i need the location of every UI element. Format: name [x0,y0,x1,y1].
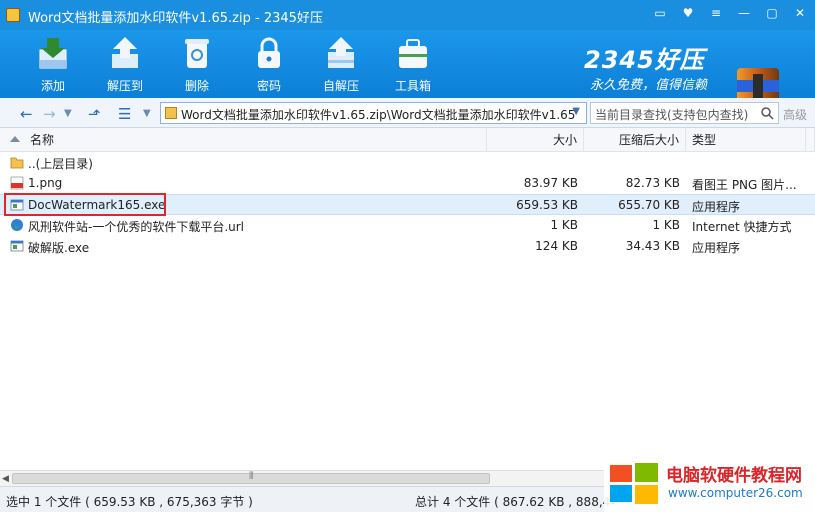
grip-icon: ⦀ [249,471,254,482]
list-item[interactable]: 破解版.exe 124 KB 34.43 KB 应用程序 [0,236,815,257]
watermark-url: www.computer26.com [668,486,803,500]
list-item[interactable]: 风刑软件站-一个优秀的软件下载平台.url 1 KB 1 KB Internet… [0,215,815,236]
list-item[interactable]: 1.png 83.97 KB 82.73 KB 看图王 PNG 图片... [0,173,815,194]
list-item[interactable]: ..(上层目录) [0,152,815,173]
brand-slogan: 永久免费，值得信赖 [590,78,708,93]
maximize-button[interactable]: ▢ [763,5,781,21]
view-dropdown-icon[interactable]: ▼ [143,108,151,119]
brand-logo-text: 2345好压 [584,46,705,74]
column-name[interactable]: 名称 [0,128,487,152]
delete-button[interactable]: 删除 [167,34,227,94]
search-input[interactable]: 当前目录查找(支持包内查找) [590,102,779,124]
password-button[interactable]: 密码 [239,34,299,94]
path-dropdown-icon[interactable]: ▼ [572,106,580,117]
close-button[interactable]: ✕ [791,5,809,21]
column-size[interactable]: 大小 [487,128,584,152]
add-icon [39,38,67,69]
toolbox-button[interactable]: 工具箱 [383,34,443,94]
site-watermark: 电脑软硬件教程网 www.computer26.com [604,455,815,512]
menu-icon[interactable]: ≡ [707,5,725,21]
path-field[interactable]: Word文档批量添加水印软件v1.65.zip\Word文档批量添加水印软件v1… [160,102,587,124]
column-header: 名称 大小 压缩后大小 类型 [0,128,815,152]
view-list-icon[interactable]: ☰ [118,105,131,123]
scroll-left-icon[interactable]: ◀ [2,474,9,484]
search-icon[interactable] [760,106,774,120]
self-extract-button[interactable]: 自解压 [311,34,371,94]
address-bar: ← → ▼ ⬏ ☰ ▼ Word文档批量添加水印软件v1.65.zip\Word… [0,98,815,128]
skin-icon[interactable]: ♥ [679,5,697,21]
exe-file-icon [10,240,24,252]
highlight-box [4,193,166,216]
folder-up-icon [10,157,24,169]
back-arrow-icon[interactable]: ← [20,105,33,123]
history-dropdown-icon[interactable]: ▼ [64,108,72,119]
folder-icon [165,107,177,119]
window-title: Word文档批量添加水印软件v1.65.zip - 2345好压 [28,11,323,26]
selection-status: 选中 1 个文件 ( 659.53 KB , 675,363 字节 ) [6,495,253,509]
extract-to-button[interactable]: 解压到 [95,34,155,94]
toolbar: 添加 解压到 删除 密码 自解压 工具箱 2345好压 永久免费，值得信赖 [0,30,815,116]
column-type[interactable]: 类型 [686,128,806,152]
extract-icon [112,37,138,68]
column-compressed-size[interactable]: 压缩后大小 [584,128,686,152]
add-button[interactable]: 添加 [23,34,83,94]
toolbox-icon [399,39,427,68]
feedback-icon[interactable]: ▭ [651,5,669,21]
png-file-icon [10,176,24,190]
sort-asc-icon [10,136,20,142]
path-text: Word文档批量添加水印软件v1.65.zip\Word文档批量添加水印软件v1… [181,108,576,122]
scroll-thumb[interactable]: ⦀ [12,471,490,484]
self-extract-icon [328,37,354,68]
recycle-bin-icon [185,39,209,68]
lock-icon [258,37,280,68]
forward-arrow-icon[interactable]: → [43,105,56,123]
globe-icon [11,219,23,231]
title-bar: Word文档批量添加水印软件v1.65.zip - 2345好压 ▭ ♥ ≡ —… [0,0,815,30]
up-folder-icon[interactable]: ⬏ [88,105,101,123]
column-more[interactable] [806,128,815,152]
total-status: 总计 4 个文件 ( 867.62 KB , 888,446 字节 ) [415,495,615,509]
windows-logo-icon [610,463,658,504]
minimize-button[interactable]: — [735,5,753,21]
advanced-search-link[interactable]: 高级 [783,106,807,123]
watermark-title: 电脑软硬件教程网 [666,466,802,486]
app-icon [6,8,20,22]
